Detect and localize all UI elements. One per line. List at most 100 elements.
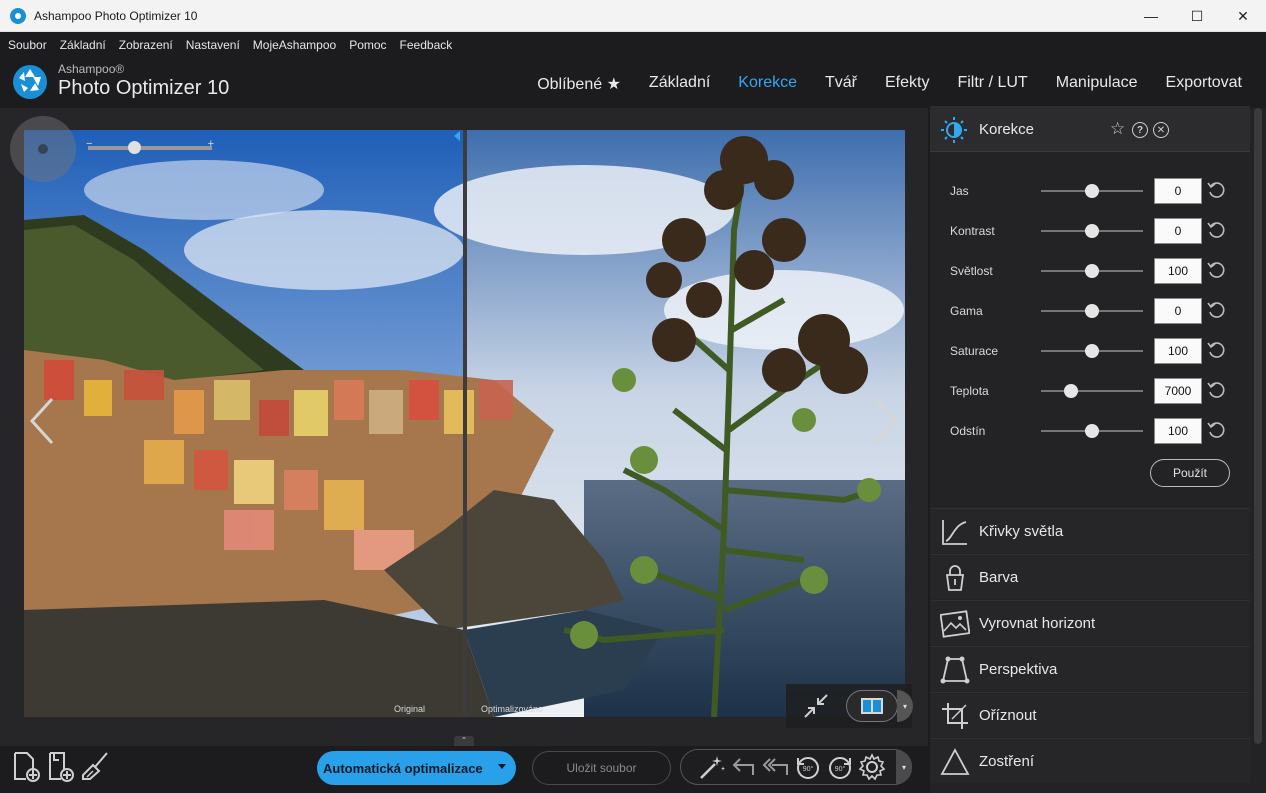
adjustment-slider-knob[interactable]: [1085, 264, 1099, 278]
menu-pomoc[interactable]: Pomoc: [349, 38, 386, 52]
zoom-plus[interactable]: +: [208, 138, 214, 150]
panel-header: Korekce ☆ ? ✕: [930, 106, 1250, 152]
adjustment-label: Gama: [950, 304, 983, 318]
crop-icon: [942, 703, 968, 729]
adjustment-saturace: Saturace 100: [930, 336, 1250, 366]
reset-icon[interactable]: [1206, 260, 1226, 280]
clear-broom-icon[interactable]: [80, 750, 112, 782]
reset-icon[interactable]: [1206, 380, 1226, 400]
section-vyrovnat-horizont[interactable]: Vyrovnat horizont: [930, 600, 1250, 645]
adjustment-value-input[interactable]: 0: [1154, 218, 1202, 244]
svg-text:90°: 90°: [803, 765, 814, 773]
section-barva[interactable]: Barva: [930, 554, 1250, 599]
split-view-toggle[interactable]: [846, 690, 898, 722]
adjustment-slider-track[interactable]: [1041, 390, 1143, 392]
reset-icon[interactable]: [1206, 180, 1226, 200]
reset-icon[interactable]: [1206, 340, 1226, 360]
undo-all-icon[interactable]: [762, 753, 790, 781]
nav-tvar[interactable]: Tvář: [825, 74, 857, 94]
minimize-button[interactable]: —: [1128, 0, 1174, 32]
brightness-icon: [941, 117, 967, 143]
zoom-minus[interactable]: −: [86, 138, 92, 150]
favorite-star-icon[interactable]: ☆: [1110, 119, 1125, 139]
collapse-toggle[interactable]: ⌃: [454, 736, 474, 746]
adjustment-slider-knob[interactable]: [1085, 344, 1099, 358]
aperture-logo-icon: [13, 65, 47, 99]
bucket-icon: [945, 565, 965, 591]
adjustment-kontrast: Kontrast 0: [930, 216, 1250, 246]
nav-efekty[interactable]: Efekty: [885, 74, 929, 94]
undo-icon[interactable]: [730, 753, 758, 781]
adjustment-value-input[interactable]: 100: [1154, 418, 1202, 444]
nav-manipulace[interactable]: Manipulace: [1056, 74, 1138, 94]
adjustment-gama: Gama 0: [930, 296, 1250, 326]
adjustment-jas: Jas 0: [930, 176, 1250, 206]
section-label: Oříznout: [979, 707, 1037, 724]
reset-icon[interactable]: [1206, 420, 1226, 440]
adjustment-value-input[interactable]: 0: [1154, 178, 1202, 204]
adjustment-value-input[interactable]: 100: [1154, 338, 1202, 364]
adjustment-slider-knob[interactable]: [1085, 224, 1099, 238]
help-icon[interactable]: ?: [1132, 122, 1148, 138]
save-file-label: Uložit soubor: [566, 761, 637, 775]
main-nav: Oblíbené ★ Základní Korekce Tvář Efekty …: [509, 74, 1242, 94]
pan-navigator[interactable]: [10, 116, 76, 182]
settings-gear-icon[interactable]: [858, 753, 886, 781]
add-file-icon[interactable]: [10, 750, 42, 782]
adjustment-slider-knob[interactable]: [1063, 384, 1078, 398]
close-panel-icon[interactable]: ✕: [1153, 122, 1169, 138]
maximize-button[interactable]: ☐: [1174, 0, 1220, 32]
adjustment-label: Kontrast: [950, 224, 995, 238]
apply-button[interactable]: Použít: [1150, 459, 1230, 487]
section-perspektiva[interactable]: Perspektiva: [930, 646, 1250, 691]
nav-oblibene[interactable]: Oblíbené ★: [537, 74, 621, 94]
zoom-slider[interactable]: − +: [86, 138, 214, 154]
adjustment-value-input[interactable]: 7000: [1154, 378, 1202, 404]
adjustment-teplota: Teplota 7000: [930, 376, 1250, 406]
adjustment-label: Jas: [950, 184, 969, 198]
menu-soubor[interactable]: Soubor: [8, 38, 47, 52]
menu-zakladni[interactable]: Základní: [60, 38, 106, 52]
nav-zakladni[interactable]: Základní: [649, 74, 710, 94]
auto-optimize-button[interactable]: Automatická optimalizace: [317, 751, 516, 785]
nav-exportovat[interactable]: Exportovat: [1166, 74, 1242, 94]
panel-scrollbar[interactable]: [1254, 108, 1262, 744]
nav-filtr-lut[interactable]: Filtr / LUT: [957, 74, 1027, 94]
section-krivky-svetla[interactable]: Křivky světla: [930, 508, 1250, 553]
menu-feedback[interactable]: Feedback: [400, 38, 453, 52]
adjustment-slider-knob[interactable]: [1085, 184, 1099, 198]
split-handle-icon[interactable]: [454, 131, 460, 141]
adjustment-slider-knob[interactable]: [1085, 424, 1099, 438]
add-folder-icon[interactable]: [45, 750, 77, 782]
section-label: Křivky světla: [979, 523, 1064, 540]
magic-wand-icon[interactable]: [698, 753, 726, 781]
rotate-left-icon[interactable]: 90°: [794, 753, 822, 781]
section-zostreni[interactable]: Zostření: [930, 738, 1250, 783]
menu-zobrazeni[interactable]: Zobrazení: [119, 38, 173, 52]
next-image-icon[interactable]: [872, 396, 900, 446]
panel-title: Korekce: [979, 121, 1035, 138]
nav-korekce[interactable]: Korekce: [738, 74, 797, 94]
adjustment-slider-knob[interactable]: [1085, 304, 1099, 318]
reset-icon[interactable]: [1206, 220, 1226, 240]
previous-image-icon[interactable]: [28, 396, 56, 446]
reset-icon[interactable]: [1206, 300, 1226, 320]
auto-optimize-dropdown-icon[interactable]: [498, 764, 506, 769]
menu-nastaveni[interactable]: Nastavení: [186, 38, 240, 52]
zoom-knob[interactable]: [128, 141, 141, 154]
close-window-button[interactable]: ✕: [1220, 0, 1266, 32]
menu-mojeashampoo[interactable]: MojeAshampoo: [253, 38, 336, 52]
rotate-right-icon[interactable]: 90°: [826, 753, 854, 781]
fit-to-window-icon[interactable]: [800, 690, 832, 722]
section-oriznout[interactable]: Oříznout: [930, 692, 1250, 737]
split-view-icon: [861, 698, 883, 714]
split-divider[interactable]: [463, 130, 467, 717]
perspective-icon: [940, 656, 970, 684]
adjustment-value-input[interactable]: 0: [1154, 298, 1202, 324]
apply-label: Použít: [1172, 466, 1208, 480]
adjustment-value-input[interactable]: 100: [1154, 258, 1202, 284]
curve-icon: [942, 520, 967, 545]
adjustment-odstin: Odstín 100: [930, 416, 1250, 446]
app-icon: [10, 7, 26, 24]
save-file-button[interactable]: Uložit soubor: [532, 751, 671, 785]
